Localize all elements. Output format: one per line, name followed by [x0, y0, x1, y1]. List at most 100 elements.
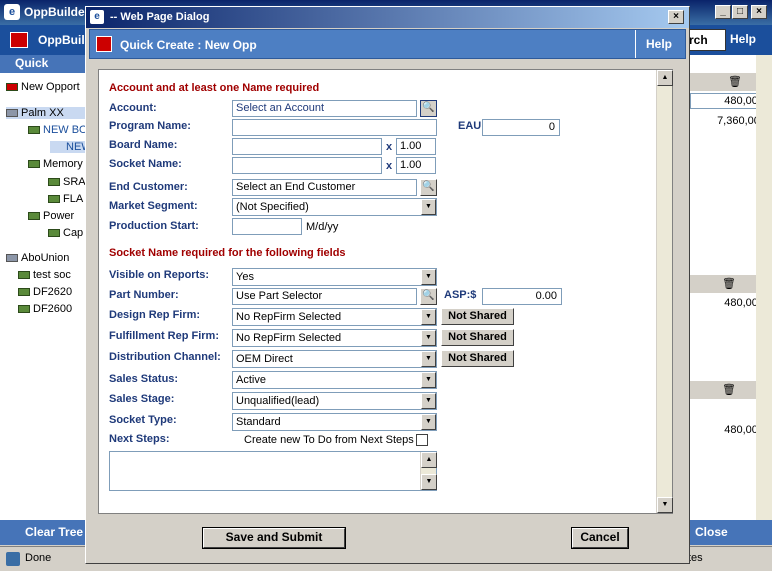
visible-on-reports-select[interactable]: Yes ▼: [232, 268, 437, 286]
production-start-label: Production Start:: [109, 220, 199, 232]
dialog-help-link[interactable]: Help: [646, 37, 672, 51]
visible-on-reports-value: Yes: [236, 271, 254, 283]
tree-node[interactable]: Palm XX: [6, 107, 86, 119]
distribution-channel-select[interactable]: OEM Direct ▼: [232, 350, 437, 368]
tree-node[interactable]: FLA: [48, 193, 83, 205]
tree-node[interactable]: Cap: [48, 227, 83, 239]
app-logo-icon: e: [4, 4, 20, 20]
eau-input[interactable]: 0: [482, 119, 560, 136]
detail-value: 7,360,000: [717, 115, 766, 127]
quick-create-tab[interactable]: Quick Create: [0, 55, 86, 86]
tree-node[interactable]: test soc: [18, 269, 71, 281]
new-opportunity-link[interactable]: New Opport: [6, 81, 80, 93]
dialog-titlebar: e -- Web Page Dialog ×: [86, 7, 689, 28]
dialog-header-title: Quick Create : New Opp: [120, 38, 257, 52]
next-steps-textarea[interactable]: ▲ ▼: [109, 451, 437, 491]
clear-tree-button[interactable]: Clear Tree: [25, 525, 83, 539]
chevron-down-icon[interactable]: ▼: [421, 414, 436, 430]
socket-multiplier-input[interactable]: 1.00: [396, 157, 436, 174]
socket-type-label: Socket Type:: [109, 414, 177, 426]
tree-node-label: test soc: [33, 269, 71, 281]
close-icon[interactable]: ×: [751, 5, 767, 19]
textarea-scrollbar[interactable]: ▲ ▼: [420, 452, 437, 490]
trash-icon[interactable]: 🗑: [722, 383, 736, 396]
dialog-close-icon[interactable]: ×: [668, 10, 684, 24]
design-rep-firm-label: Design Rep Firm:: [109, 309, 201, 321]
scroll-down-icon[interactable]: ▼: [421, 474, 437, 490]
tree-node[interactable]: AboUnion: [6, 252, 69, 264]
header-help-link[interactable]: Help: [730, 32, 756, 46]
chevron-down-icon[interactable]: ▼: [421, 199, 436, 215]
tree-node-label: Memory: [43, 158, 83, 170]
scroll-down-icon[interactable]: ▼: [657, 497, 673, 513]
program-name-label: Program Name:: [109, 120, 191, 132]
distribution-not-shared-button[interactable]: Not Shared: [441, 350, 514, 367]
socket-icon: [48, 178, 60, 187]
tree-node-label: NEW BO: [43, 124, 88, 136]
market-segment-select[interactable]: (Not Specified) ▼: [232, 198, 437, 216]
tree-node[interactable]: Memory: [28, 158, 83, 170]
chevron-down-icon[interactable]: ▼: [421, 372, 436, 388]
sales-status-select[interactable]: Active ▼: [232, 371, 437, 389]
sales-stage-select[interactable]: Unqualified(lead) ▼: [232, 392, 437, 410]
chevron-down-icon[interactable]: ▼: [421, 309, 436, 325]
fulfillment-rep-not-shared-button[interactable]: Not Shared: [441, 329, 514, 346]
board-name-input[interactable]: [232, 138, 382, 155]
board-multiplier-input[interactable]: 1.00: [396, 138, 436, 155]
socket-name-input[interactable]: [232, 157, 382, 174]
detail-value: 480,000: [724, 297, 764, 309]
tree-node[interactable]: NEW: [50, 141, 92, 153]
minimize-icon[interactable]: _: [715, 5, 731, 19]
chevron-down-icon[interactable]: ▼: [421, 351, 436, 367]
trash-icon[interactable]: 🗑: [722, 277, 736, 290]
tree-node[interactable]: Power: [28, 210, 74, 222]
design-rep-firm-select[interactable]: No RepFirm Selected ▼: [232, 308, 437, 326]
tree-node[interactable]: NEW BO: [28, 124, 88, 136]
tree-node[interactable]: DF2600: [18, 303, 72, 315]
page-icon: [6, 552, 20, 566]
sales-status-value: Active: [236, 374, 266, 386]
maximize-icon[interactable]: □: [732, 5, 748, 19]
scroll-up-icon[interactable]: ▲: [421, 452, 437, 468]
tree-node[interactable]: DF2620: [18, 286, 72, 298]
design-rep-not-shared-button[interactable]: Not Shared: [441, 308, 514, 325]
form-scrollbar[interactable]: ▲ ▼: [656, 70, 673, 513]
asp-input[interactable]: 0.00: [482, 288, 562, 305]
end-customer-field[interactable]: Select an End Customer: [232, 179, 417, 196]
program-name-input[interactable]: [232, 119, 437, 136]
chevron-down-icon[interactable]: ▼: [421, 393, 436, 409]
tree-node[interactable]: SRA: [48, 176, 86, 188]
end-customer-lookup-icon[interactable]: 🔍: [420, 179, 437, 196]
account-field[interactable]: Select an Account: [232, 100, 417, 117]
part-number-field[interactable]: Use Part Selector: [232, 288, 417, 305]
ie-icon: e: [90, 10, 104, 24]
socket-icon: [48, 195, 60, 204]
production-start-input[interactable]: [232, 218, 302, 235]
detail-panel: 🗑 480,000 7,360,000 🗑 480,000 0 🗑 480,00…: [686, 55, 772, 520]
chevron-down-icon[interactable]: ▼: [421, 269, 436, 285]
chevron-down-icon[interactable]: ▼: [421, 330, 436, 346]
close-button[interactable]: Close: [695, 525, 728, 539]
part-selector-lookup-icon[interactable]: 🔍: [420, 288, 437, 305]
scroll-up-icon[interactable]: ▲: [657, 70, 673, 86]
search-button[interactable]: rch: [686, 29, 726, 51]
create-todo-checkbox[interactable]: [416, 434, 428, 446]
save-and-submit-button[interactable]: Save and Submit: [202, 527, 346, 549]
tree-panel: New Opport Palm XX NEW BO NEW Memory SRA…: [0, 73, 92, 520]
detail-value: 0: [686, 463, 764, 475]
market-segment-label: Market Segment:: [109, 200, 198, 212]
board-icon: [28, 212, 40, 221]
trash-icon[interactable]: 🗑: [728, 75, 742, 88]
org-chart-icon: [10, 32, 28, 48]
cancel-button[interactable]: Cancel: [571, 527, 629, 549]
socket-multiplier-symbol: x: [386, 160, 393, 172]
org-chart-icon: [96, 36, 112, 52]
detail-scrollbar[interactable]: [756, 55, 772, 520]
sales-stage-label: Sales Stage:: [109, 393, 175, 405]
socket-type-select[interactable]: Standard ▼: [232, 413, 437, 431]
account-lookup-icon[interactable]: 🔍: [420, 100, 437, 117]
fulfillment-rep-firm-value: No RepFirm Selected: [236, 332, 342, 344]
fulfillment-rep-firm-select[interactable]: No RepFirm Selected ▼: [232, 329, 437, 347]
board-icon: [28, 126, 40, 135]
socket-icon: [18, 271, 30, 280]
